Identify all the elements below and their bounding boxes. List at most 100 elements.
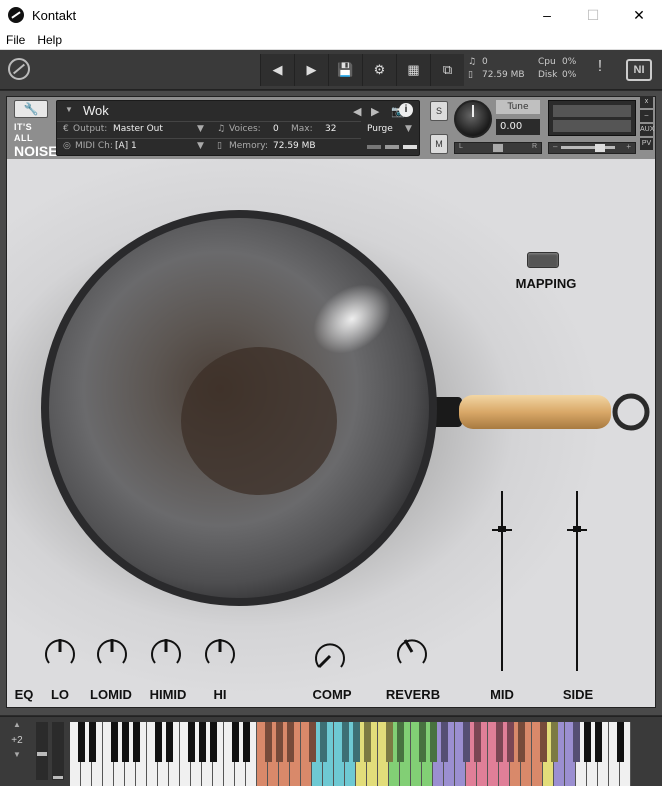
solo-button[interactable]: S xyxy=(430,101,448,121)
black-key[interactable] xyxy=(242,722,250,762)
eq-label: EQ xyxy=(14,687,34,702)
close-instrument-button[interactable]: x xyxy=(640,96,653,108)
mute-button[interactable]: M xyxy=(430,134,448,154)
black-key[interactable] xyxy=(418,722,426,762)
black-key[interactable] xyxy=(286,722,294,762)
black-key[interactable] xyxy=(77,722,85,762)
midi-channel-value[interactable]: [A] 1 xyxy=(115,141,137,151)
black-key[interactable] xyxy=(341,722,349,762)
black-key[interactable] xyxy=(308,722,316,762)
reverb-knob[interactable] xyxy=(395,635,429,669)
black-key[interactable] xyxy=(154,722,162,762)
midi-icon: ◎ xyxy=(63,141,71,151)
black-key[interactable] xyxy=(231,722,239,762)
lomid-label: LOMID xyxy=(90,687,132,702)
black-key[interactable] xyxy=(572,722,580,762)
black-key[interactable] xyxy=(385,722,393,762)
pan-slider[interactable]: L R xyxy=(454,142,542,154)
dropdown-arrow-icon[interactable]: ▼ xyxy=(197,124,204,134)
previous-button[interactable]: ◀ xyxy=(260,54,294,86)
close-button[interactable]: ✕ xyxy=(616,0,662,30)
minimize-button[interactable]: – xyxy=(524,0,570,30)
reverb-label: REVERB xyxy=(385,687,441,702)
pitch-bend-wheel[interactable] xyxy=(36,722,48,780)
black-key[interactable] xyxy=(473,722,481,762)
black-key[interactable] xyxy=(187,722,195,762)
brand-line-2: NOISE xyxy=(14,143,58,159)
kontakt-browser-toggle-icon[interactable] xyxy=(8,58,30,80)
black-key[interactable] xyxy=(583,722,591,762)
lomid-knob[interactable] xyxy=(95,635,129,669)
mid-fader-track[interactable] xyxy=(501,491,503,671)
menu-file[interactable]: File xyxy=(6,33,25,47)
tune-value[interactable]: 0.00 xyxy=(496,119,540,135)
hanging-ring xyxy=(612,393,650,431)
comp-knob[interactable] xyxy=(313,639,347,673)
black-key[interactable] xyxy=(550,722,558,762)
octave-down-icon[interactable]: ▼ xyxy=(4,750,30,759)
layout-icon: ▦ xyxy=(407,62,420,77)
black-key[interactable] xyxy=(110,722,118,762)
lo-knob[interactable] xyxy=(43,635,77,669)
black-key[interactable] xyxy=(132,722,140,762)
purge-button[interactable]: Purge xyxy=(367,124,393,134)
black-key[interactable] xyxy=(594,722,602,762)
save-button[interactable]: 💾 xyxy=(328,54,362,86)
piano-keyboard[interactable] xyxy=(70,722,640,786)
view-button[interactable]: ▦ xyxy=(396,54,430,86)
black-key[interactable] xyxy=(616,722,624,762)
black-key[interactable] xyxy=(198,722,206,762)
black-key[interactable] xyxy=(517,722,525,762)
black-key[interactable] xyxy=(165,722,173,762)
output-value[interactable]: Master Out xyxy=(113,124,163,134)
black-key[interactable] xyxy=(88,722,96,762)
menu-help[interactable]: Help xyxy=(37,33,62,47)
minimize-instrument-button[interactable]: – xyxy=(640,110,653,122)
next-button[interactable]: ▶ xyxy=(294,54,328,86)
pv-button[interactable]: PV xyxy=(640,138,653,150)
maximize-button[interactable]: ☐ xyxy=(570,0,616,30)
black-key[interactable] xyxy=(396,722,404,762)
side-fader-handle[interactable] xyxy=(567,526,587,532)
aux-button[interactable]: AUX xyxy=(640,124,654,136)
volume-slider[interactable]: – + xyxy=(548,142,636,154)
hi-knob[interactable] xyxy=(203,635,237,669)
next-instrument-icon[interactable]: ▶ xyxy=(371,105,379,118)
max-voices-value[interactable]: 32 xyxy=(325,124,336,134)
mid-fader-handle[interactable] xyxy=(492,526,512,532)
black-key[interactable] xyxy=(462,722,470,762)
black-key[interactable] xyxy=(440,722,448,762)
black-key[interactable] xyxy=(495,722,503,762)
meter-bar-right xyxy=(553,120,631,132)
collapse-arrow-icon[interactable]: ▼ xyxy=(65,105,73,114)
wrench-button[interactable]: 🔧 xyxy=(14,100,48,118)
black-key[interactable] xyxy=(363,722,371,762)
prev-instrument-icon[interactable]: ◀ xyxy=(353,105,361,118)
volume-slider-handle[interactable] xyxy=(595,144,605,152)
purge-dropdown-icon[interactable]: ▼ xyxy=(405,124,412,134)
mod-wheel[interactable] xyxy=(52,722,64,780)
tune-knob[interactable] xyxy=(454,100,492,138)
warning-icon[interactable]: ! xyxy=(590,58,610,82)
side-fader-track[interactable] xyxy=(576,491,578,671)
options-button[interactable]: ⚙ xyxy=(362,54,396,86)
octave-selector[interactable]: ▲ +2 ▼ xyxy=(4,718,30,780)
info-icon[interactable]: i xyxy=(399,103,413,117)
black-key[interactable] xyxy=(506,722,514,762)
dropdown-arrow-icon[interactable]: ▼ xyxy=(197,141,204,151)
black-key[interactable] xyxy=(429,722,437,762)
octave-up-icon[interactable]: ▲ xyxy=(4,720,30,729)
resize-button[interactable]: ⧉ xyxy=(430,54,464,86)
mapping-button[interactable] xyxy=(527,252,559,268)
black-key[interactable] xyxy=(352,722,360,762)
instrument-name[interactable]: Wok xyxy=(83,103,109,118)
ni-logo[interactable]: NI xyxy=(626,59,652,81)
himid-knob[interactable] xyxy=(149,635,183,669)
pan-slider-handle[interactable] xyxy=(493,144,503,152)
black-key[interactable] xyxy=(264,722,272,762)
black-key[interactable] xyxy=(319,722,327,762)
black-key[interactable] xyxy=(209,722,217,762)
black-key[interactable] xyxy=(275,722,283,762)
black-key[interactable] xyxy=(539,722,547,762)
black-key[interactable] xyxy=(121,722,129,762)
